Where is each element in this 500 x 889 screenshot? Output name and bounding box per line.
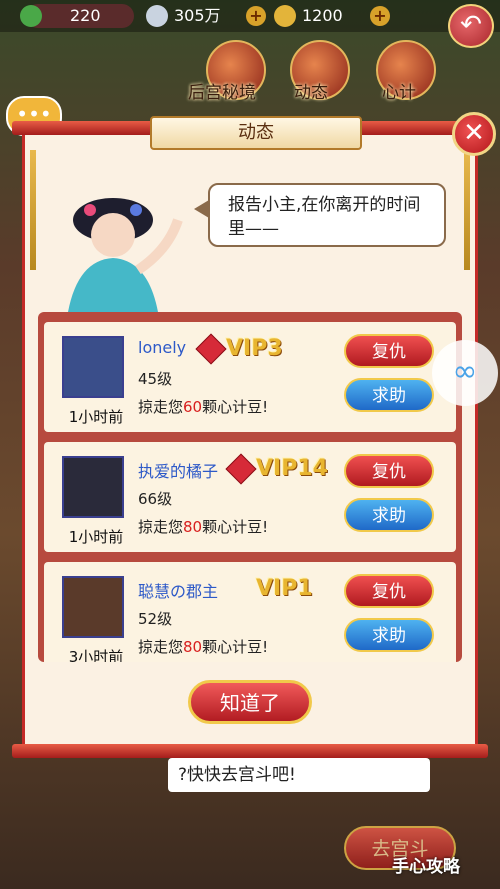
hint-bubble: ?快快去宫斗吧! bbox=[168, 758, 430, 792]
watermark-logo: 手心攻略 bbox=[392, 857, 460, 877]
gem-icon bbox=[225, 453, 257, 485]
help-button[interactable]: 求助 bbox=[344, 498, 434, 532]
maid-portrait bbox=[68, 198, 183, 312]
vip-badge: VIP1 bbox=[256, 576, 313, 601]
silver-icon bbox=[146, 5, 168, 27]
scroll-rod-bottom bbox=[12, 744, 488, 758]
revenge-button[interactable]: 复仇 bbox=[344, 454, 434, 488]
loss-suffix: 颗心计豆! bbox=[202, 638, 269, 656]
time-label: 1小时前 bbox=[68, 408, 124, 426]
revenge-button[interactable]: 复仇 bbox=[344, 574, 434, 608]
loss-prefix: 掠走您 bbox=[138, 398, 184, 416]
loss-amount: 60 bbox=[183, 398, 203, 416]
avatar[interactable] bbox=[62, 456, 124, 518]
vip-badge: VIP14 bbox=[256, 456, 328, 481]
loss-prefix: 掠走您 bbox=[138, 638, 184, 656]
time-label: 3小时前 bbox=[68, 648, 124, 662]
silver-value: 305万 bbox=[174, 6, 221, 25]
player-level: 45级 bbox=[138, 370, 173, 388]
player-name: 聪慧の郡主 bbox=[138, 582, 219, 601]
tab-secret-realm[interactable]: 后宫秘境 bbox=[188, 78, 256, 103]
loss-suffix: 颗心计豆! bbox=[202, 518, 269, 536]
loss-message: 掠走您60颗心计豆! bbox=[138, 396, 268, 417]
loss-amount: 80 bbox=[183, 638, 203, 656]
gem-icon bbox=[195, 333, 227, 365]
tassel-right-decoration bbox=[464, 150, 470, 270]
player-level: 66级 bbox=[138, 490, 173, 508]
back-arrow-icon: ↶ bbox=[460, 10, 482, 40]
help-button[interactable]: 求助 bbox=[344, 618, 434, 652]
close-icon: ✕ bbox=[463, 118, 485, 148]
loss-suffix: 颗心计豆! bbox=[202, 398, 269, 416]
help-button[interactable]: 求助 bbox=[344, 378, 434, 412]
revenge-button[interactable]: 复仇 bbox=[344, 334, 434, 368]
loss-message: 掠走您80颗心计豆! bbox=[138, 636, 268, 657]
floating-tool-button[interactable]: ∞ bbox=[432, 340, 498, 406]
player-name: 执爱的橘子 bbox=[138, 462, 219, 481]
tab-scheming[interactable]: 心计 bbox=[382, 78, 416, 103]
speech-tail bbox=[194, 200, 209, 218]
activity-list: 1小时前 lonely VIP3 45级 掠走您60颗心计豆! 复仇 求助 1小… bbox=[38, 312, 462, 662]
gold-ingot-icon bbox=[274, 5, 296, 27]
loss-amount: 80 bbox=[183, 518, 203, 536]
add-silver-button[interactable]: + bbox=[246, 6, 266, 26]
add-gold-button[interactable]: + bbox=[370, 6, 390, 26]
time-label: 1小时前 bbox=[68, 528, 124, 546]
vip-badge: VIP3 bbox=[226, 336, 283, 361]
list-item: 1小时前 lonely VIP3 45级 掠走您60颗心计豆! 复仇 求助 bbox=[44, 322, 456, 432]
gold-counter: 1200 bbox=[274, 4, 368, 28]
infinity-icon: ∞ bbox=[452, 354, 478, 389]
speech-bubble: 报告小主,在你离开的时间里—— bbox=[208, 183, 446, 247]
jade-counter: 220 bbox=[20, 4, 134, 28]
tassel-left-decoration bbox=[30, 150, 36, 270]
gold-value: 1200 bbox=[302, 6, 343, 25]
list-item: 1小时前 执爱的橘子 VIP14 66级 掠走您80颗心计豆! 复仇 求助 bbox=[44, 442, 456, 552]
list-item: 3小时前 聪慧の郡主 VIP1 52级 掠走您80颗心计豆! 复仇 求助 bbox=[44, 562, 456, 662]
back-button[interactable]: ↶ bbox=[448, 4, 494, 48]
loss-prefix: 掠走您 bbox=[138, 518, 184, 536]
avatar[interactable] bbox=[62, 336, 124, 398]
got-it-button[interactable]: 知道了 bbox=[188, 680, 312, 724]
player-name: lonely bbox=[138, 338, 187, 357]
avatar[interactable] bbox=[62, 576, 124, 638]
resource-bar: 220 305万 + 1200 + bbox=[0, 0, 500, 32]
dialog-title: 动态 bbox=[150, 116, 362, 150]
close-button[interactable]: ✕ bbox=[452, 112, 496, 156]
player-level: 52级 bbox=[138, 610, 173, 628]
jade-icon bbox=[20, 5, 42, 27]
tab-activity[interactable]: 动态 bbox=[294, 78, 328, 103]
loss-message: 掠走您80颗心计豆! bbox=[138, 516, 268, 537]
jade-value: 220 bbox=[70, 6, 101, 25]
silver-counter: 305万 bbox=[146, 4, 240, 28]
